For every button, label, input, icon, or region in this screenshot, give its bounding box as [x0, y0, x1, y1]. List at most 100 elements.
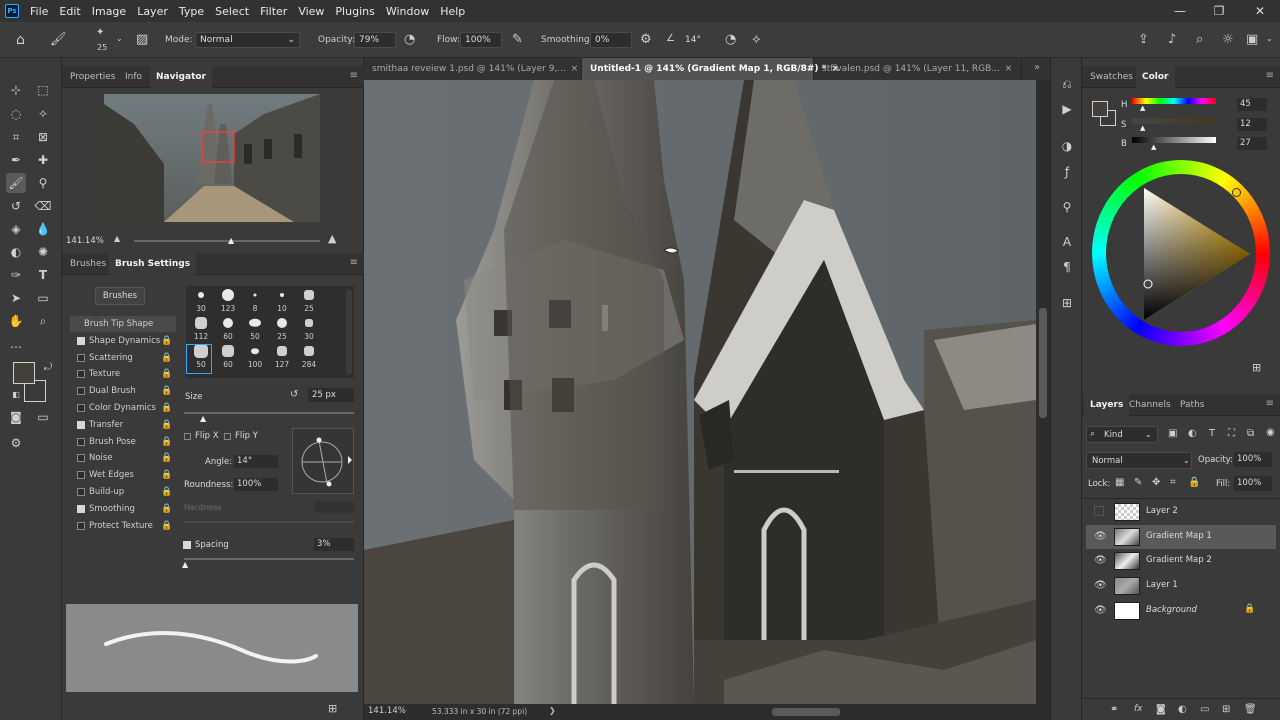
screen-mode-icon[interactable]: ▭: [33, 407, 53, 427]
search-icon[interactable]: ⌕: [1196, 33, 1203, 46]
paint-bucket-tool-icon[interactable]: ◈: [6, 219, 26, 239]
brush-tip-cell[interactable]: 8: [242, 288, 268, 314]
hardness-input[interactable]: [314, 501, 354, 513]
brush-setting-checkbox[interactable]: [77, 471, 85, 480]
brush-tip-cell[interactable]: 30: [296, 316, 322, 342]
lightbulb-icon[interactable]: ☼: [1222, 33, 1234, 46]
color-triangle[interactable]: [1130, 184, 1256, 324]
hue-slider-thumb[interactable]: ▲: [1140, 104, 1145, 112]
brush-settings-toggle-icon[interactable]: ▨: [136, 33, 148, 46]
brush-tip-cell[interactable]: 112: [188, 316, 214, 342]
spacing-input[interactable]: 3%: [314, 538, 354, 551]
filter-shape-icon[interactable]: ⛶: [1228, 428, 1235, 439]
hand-tool-icon[interactable]: ✋: [6, 311, 26, 331]
doc-tab-untitled-1[interactable]: Untitled-1 @ 141% (Gradient Map 1, RGB/8…: [582, 58, 839, 80]
visibility-eye-icon[interactable]: 👁: [1094, 531, 1107, 542]
brightness-slider-track[interactable]: [1132, 137, 1216, 143]
menu-plugins[interactable]: Plugins: [335, 5, 374, 18]
brush-setting-item[interactable]: Shape Dynamics 🔒: [70, 333, 176, 349]
brush-tool-preset-icon[interactable]: 🖌: [50, 33, 67, 46]
edit-toolbar-icon[interactable]: ⚙: [6, 433, 26, 453]
filter-adjustment-icon[interactable]: ◐: [1188, 428, 1197, 439]
lock-icon[interactable]: 🔒: [161, 434, 172, 450]
brush-grid-scrollbar[interactable]: [346, 290, 352, 374]
lock-icon[interactable]: 🔒: [161, 383, 172, 399]
doc-tab-smithaa[interactable]: smithaa reveiew 1.psd @ 141% (Layer 9,..…: [364, 58, 582, 80]
paragraph-icon[interactable]: ¶: [1057, 257, 1077, 277]
fill-input[interactable]: 100%: [1234, 476, 1272, 491]
frame-tool-icon[interactable]: ⊠: [33, 127, 53, 147]
eyedropper-tool-icon[interactable]: ✒: [6, 150, 26, 170]
flip-x-checkbox[interactable]: [184, 433, 191, 440]
character-icon[interactable]: A: [1057, 232, 1077, 252]
angle-input[interactable]: 14°: [680, 32, 712, 48]
painting-canvas[interactable]: [364, 80, 1036, 704]
lock-icon[interactable]: 🔒: [161, 366, 172, 382]
layer-name[interactable]: Gradient Map 1: [1146, 531, 1212, 541]
foreground-color-swatch[interactable]: [13, 362, 35, 384]
brush-setting-item[interactable]: Color Dynamics 🔒: [70, 400, 176, 416]
more-tools-icon[interactable]: …: [6, 334, 26, 354]
status-arrow-icon[interactable]: ❯: [549, 706, 556, 715]
tab-channels[interactable]: Channels: [1123, 394, 1177, 416]
menu-type[interactable]: Type: [179, 5, 204, 18]
crop-tool-icon[interactable]: ⌗: [6, 127, 26, 147]
close-icon[interactable]: ×: [1005, 64, 1013, 74]
doc-tab-stffvalen[interactable]: stffvalen.psd @ 141% (Layer 11, RGB... ×: [814, 58, 1022, 80]
layer-thumbnail[interactable]: [1114, 577, 1140, 596]
brush-setting-item[interactable]: Smoothing 🔒: [70, 501, 176, 517]
opacity-input[interactable]: 79%: [354, 32, 396, 48]
zoom-tool-icon[interactable]: ⌕: [33, 311, 53, 331]
brush-setting-item[interactable]: Build-up 🔒: [70, 484, 176, 500]
menu-image[interactable]: Image: [92, 5, 126, 18]
status-zoom[interactable]: 141.14%: [368, 706, 406, 716]
history-icon[interactable]: ⎌: [1057, 74, 1077, 94]
size-slider-thumb[interactable]: ▲: [200, 414, 206, 423]
close-window-button[interactable]: ✕: [1240, 0, 1280, 22]
layer-filter-select[interactable]: ⌕ Kind ⌄: [1086, 426, 1158, 443]
brush-setting-checkbox[interactable]: [77, 387, 85, 396]
clone-source-icon[interactable]: ⚲: [1057, 197, 1077, 217]
brush-tip-cell[interactable]: 30: [188, 288, 214, 314]
mode-select[interactable]: Normal ⌄: [195, 32, 300, 48]
brush-tip-cell[interactable]: 10: [269, 288, 295, 314]
brush-setting-checkbox[interactable]: [77, 488, 85, 496]
brush-tip-cell[interactable]: 127: [269, 344, 295, 370]
lock-position-icon[interactable]: ✥: [1152, 477, 1160, 488]
lock-icon[interactable]: 🔒: [161, 518, 172, 534]
pressure-opacity-icon[interactable]: ◔: [404, 33, 415, 46]
workspace-icon[interactable]: ▣: [1246, 33, 1258, 46]
layer-opacity-input[interactable]: 100%: [1234, 452, 1272, 467]
visibility-eye-icon[interactable]: 👁: [1094, 605, 1107, 616]
brush-setting-item[interactable]: Noise 🔒: [70, 450, 176, 466]
navigator-thumbnail[interactable]: [104, 94, 320, 222]
brush-tip-cell[interactable]: 25: [269, 316, 295, 342]
new-layer-icon[interactable]: ⊞: [1222, 704, 1230, 715]
close-icon[interactable]: ×: [571, 64, 579, 74]
tab-navigator[interactable]: Navigator: [150, 66, 212, 88]
visibility-eye-icon[interactable]: 👁: [1094, 555, 1107, 566]
bell-icon[interactable]: ♪: [1168, 33, 1176, 46]
layer-thumbnail[interactable]: [1114, 601, 1140, 620]
adjustments-icon[interactable]: ◑: [1057, 136, 1077, 156]
saturation-slider-thumb[interactable]: ▲: [1140, 124, 1145, 132]
healing-brush-tool-icon[interactable]: ✚: [33, 150, 53, 170]
lock-icon[interactable]: 🔒: [161, 484, 172, 500]
brush-tip-cell[interactable]: 123: [215, 288, 241, 314]
spacing-checkbox[interactable]: [183, 541, 191, 549]
hardness-slider-track[interactable]: [184, 521, 354, 523]
panel-menu-icon[interactable]: ≡: [1266, 398, 1274, 409]
home-icon[interactable]: ⌂: [16, 33, 25, 47]
brush-setting-item[interactable]: Brush Pose 🔒: [70, 434, 176, 450]
chevron-down-icon[interactable]: ⌄: [116, 35, 123, 43]
menu-help[interactable]: Help: [440, 5, 465, 18]
brightness-slider-thumb[interactable]: ▲: [1151, 143, 1156, 151]
layer-row[interactable]: Layer 2: [1086, 500, 1276, 524]
sponge-tool-icon[interactable]: ✺: [33, 242, 53, 262]
filter-toggle-icon[interactable]: ◉: [1266, 427, 1275, 438]
layer-row[interactable]: 👁 Gradient Map 1: [1086, 524, 1276, 549]
path-selection-tool-icon[interactable]: ➤: [6, 288, 26, 308]
pressure-size-icon[interactable]: ◔: [725, 33, 736, 46]
brushes-button[interactable]: Brushes: [95, 287, 145, 305]
brush-setting-checkbox[interactable]: [77, 420, 85, 429]
